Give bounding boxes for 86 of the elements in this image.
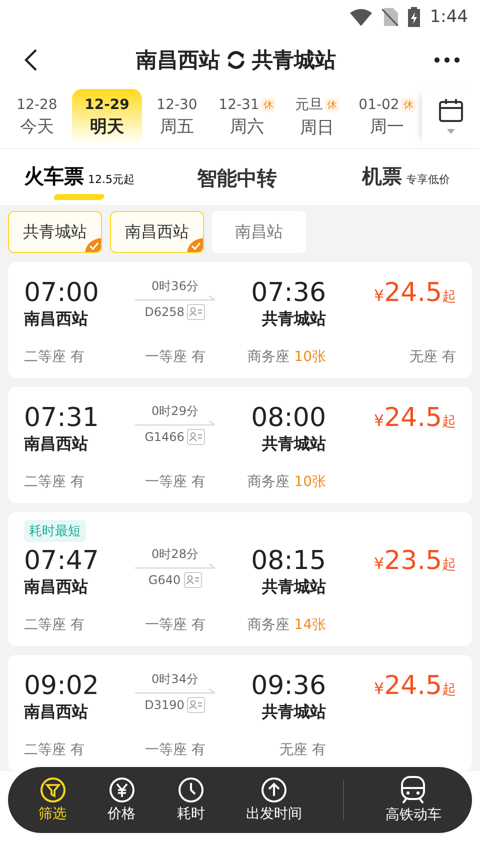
seat-availability: 一等座 有	[144, 348, 206, 366]
seat-availability: 二等座 有	[24, 348, 86, 366]
seat-availability: 一等座 有	[144, 741, 206, 759]
date-tab[interactable]: 01-02 休 周一	[352, 89, 422, 145]
departure-station: 南昌西站	[24, 701, 89, 723]
train-card[interactable]: 07:31 南昌西站 0时29分 G1466 08:00 共青城站 ¥24.5起 二等座 有 一等座 有 商务座 10张	[8, 387, 472, 503]
toolbar-button[interactable]: 筛选	[38, 777, 67, 823]
id-card-icon	[184, 572, 202, 588]
arrival-time: 08:15	[250, 546, 326, 576]
back-icon[interactable]	[24, 48, 38, 72]
price: ¥24.5起	[372, 278, 456, 310]
fastest-tag: 耗时最短	[24, 520, 86, 542]
departure-time: 09:02	[24, 671, 100, 701]
mode-tab[interactable]: 火车票 12.5元起	[24, 162, 134, 194]
seat-availability: 一等座 有	[144, 473, 206, 491]
holiday-badge: 休	[401, 98, 416, 112]
arrival-time: 07:36	[250, 278, 326, 308]
calendar-icon[interactable]	[439, 99, 463, 135]
departure-station: 南昌西站	[24, 576, 89, 598]
train-card[interactable]: 耗时最短 07:47 南昌西站 0时28分 G640 08:15 共青城站 ¥23.5起 二等座 有 一等座 有 商务座 14张	[8, 512, 472, 646]
id-card-icon	[187, 304, 206, 320]
departure-time: 07:47	[24, 546, 100, 576]
seat-availability: 商务座 10张	[246, 348, 326, 366]
date-tab[interactable]: 12-30 周五	[142, 89, 212, 145]
filter-icon	[40, 777, 66, 803]
wifi-icon	[350, 8, 372, 26]
toolbar-button[interactable]: 出发时间	[246, 777, 302, 823]
train-number: G1466	[144, 430, 184, 444]
departure-time: 07:31	[24, 403, 100, 433]
departure-time: 07:00	[24, 278, 100, 308]
mode-tab[interactable]: 机票 专享低价	[362, 162, 450, 194]
duration: 0时34分	[152, 671, 198, 688]
station-filter-chip[interactable]: 南昌站	[212, 211, 306, 253]
date-tab[interactable]: 12-29 明天	[72, 89, 142, 145]
arrival-station: 共青城站	[261, 576, 326, 598]
departure-station: 南昌西站	[24, 308, 89, 330]
arrival-time: 09:36	[250, 671, 326, 701]
date-tab[interactable]: 元旦 休 周日	[282, 89, 352, 145]
swap-icon[interactable]	[226, 50, 246, 70]
station-filter-chip[interactable]: 南昌西站	[110, 211, 204, 253]
departure-station-title: 南昌西站	[136, 47, 220, 74]
seat-availability: 二等座 有	[24, 616, 86, 634]
date-tab[interactable]: 12-31 休 周六	[212, 89, 282, 145]
price: ¥23.5起	[372, 546, 456, 578]
clock-icon	[178, 777, 204, 803]
price: ¥24.5起	[372, 403, 456, 435]
seat-availability: 商务座 14张	[246, 616, 326, 634]
clock-time: 1:44	[430, 7, 468, 27]
seat-availability: 商务座 10张	[246, 473, 326, 491]
holiday-badge: 休	[261, 98, 276, 112]
id-card-icon	[187, 429, 206, 445]
id-card-icon	[187, 697, 206, 713]
seat-availability: 二等座 有	[24, 741, 86, 759]
train-icon	[400, 776, 426, 804]
no-sim-icon	[382, 8, 398, 26]
arrival-station: 共青城站	[261, 701, 326, 723]
train-number: G640	[148, 573, 181, 587]
more-icon[interactable]	[434, 57, 460, 63]
duration: 0时36分	[152, 278, 198, 295]
arrival-station-title: 共青城站	[252, 47, 336, 74]
check-badge-icon	[187, 238, 203, 252]
arrival-station: 共青城站	[261, 433, 326, 455]
battery-icon	[408, 7, 420, 27]
departure-station: 南昌西站	[24, 433, 89, 455]
duration: 0时29分	[152, 403, 198, 420]
train-number: D3190	[144, 698, 184, 712]
toolbar-button[interactable]: 高铁动车	[385, 776, 442, 824]
mode-tab[interactable]: 智能中转	[197, 164, 277, 192]
seat-availability: 一等座 有	[144, 616, 206, 634]
arrival-time: 08:00	[250, 403, 326, 433]
price: ¥24.5起	[372, 671, 456, 703]
toolbar-button[interactable]: 耗时	[176, 777, 205, 823]
duration: 0时28分	[152, 546, 198, 563]
yen-icon	[108, 777, 135, 803]
train-number: D6258	[144, 305, 184, 319]
station-filter-chip[interactable]: 共青城站	[8, 211, 102, 253]
check-badge-icon	[85, 238, 101, 252]
arrival-station: 共青城站	[261, 308, 326, 330]
holiday-badge: 休	[325, 98, 339, 112]
train-card[interactable]: 07:00 南昌西站 0时36分 D6258 07:36 共青城站 ¥24.5起 二等座 有 一等座 有 商务座 10张 无座 有	[8, 262, 472, 378]
seat-availability: 无座 有	[278, 741, 326, 759]
train-card[interactable]: 09:02 南昌西站 0时34分 D3190 09:36 共青城站 ¥24.5起 二等座 有 一等座 有 无座 有	[8, 655, 472, 771]
seat-availability: 二等座 有	[24, 473, 86, 491]
seat-availability: 无座 有	[408, 348, 456, 366]
date-tab[interactable]: 12-28 今天	[2, 89, 72, 145]
toolbar-button[interactable]: 价格	[108, 777, 136, 823]
